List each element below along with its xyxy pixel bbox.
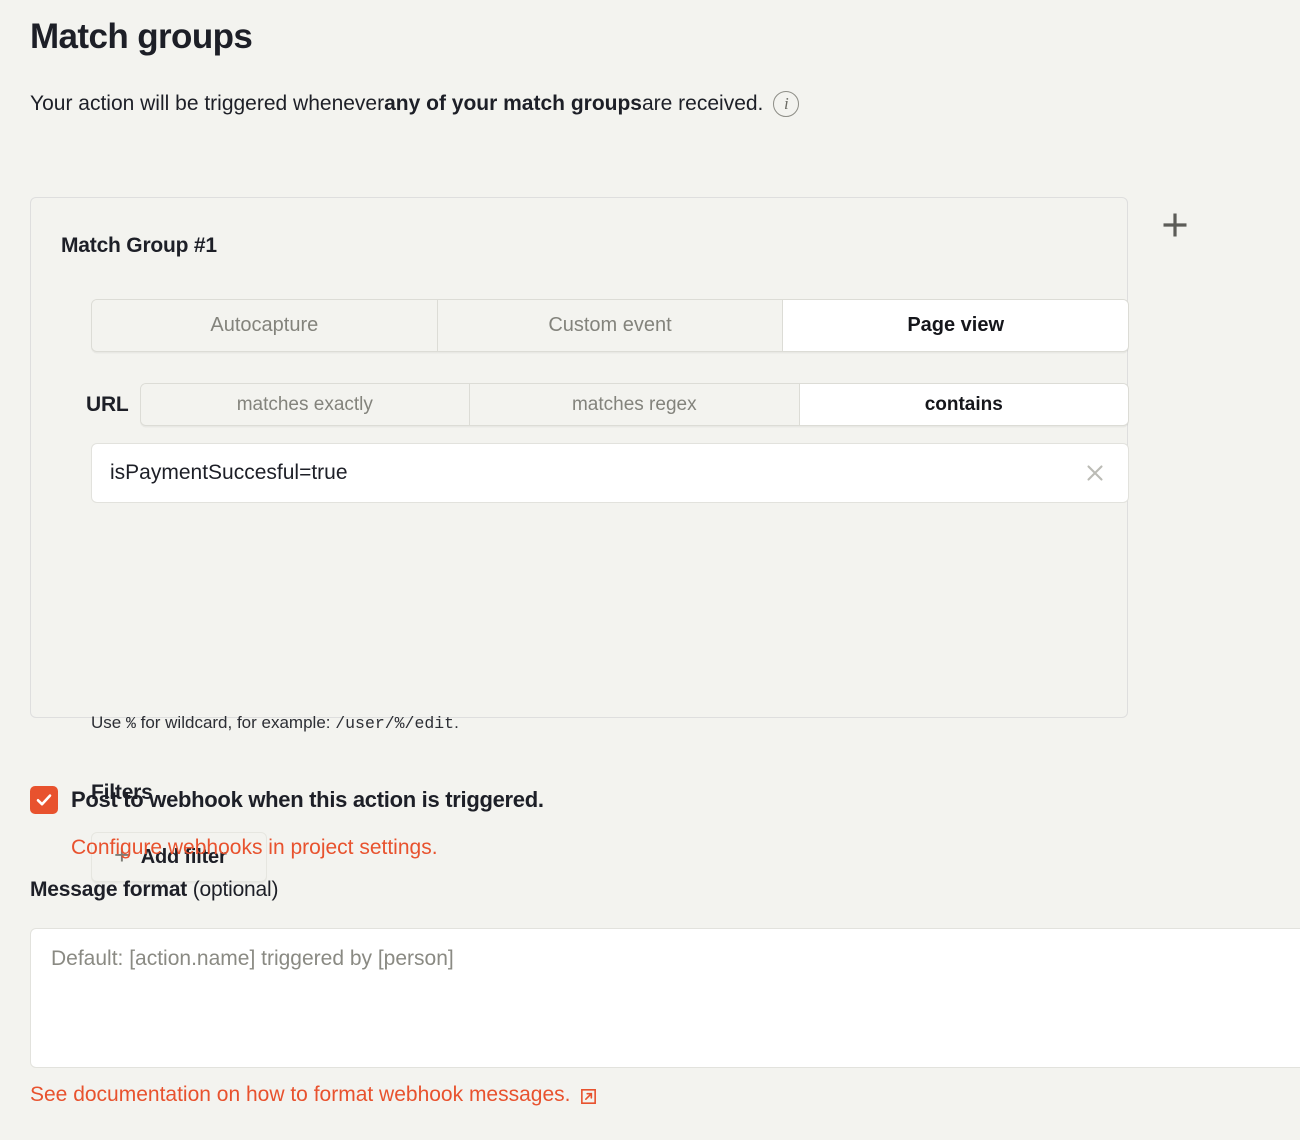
external-link-icon: [581, 1088, 597, 1104]
configure-webhooks-link[interactable]: Configure webhooks in project settings.: [71, 836, 438, 860]
subtitle-prefix: Your action will be triggered whenever: [30, 92, 385, 115]
url-input[interactable]: [110, 444, 1080, 502]
message-format-optional: (optional): [187, 878, 279, 901]
message-format-label: Message format (optional): [30, 878, 278, 902]
subtitle-emphasis: any of your match groups: [384, 92, 642, 115]
add-match-group-button[interactable]: [1155, 205, 1195, 245]
event-type-tabs: Autocapture Custom event Page view: [91, 299, 1129, 352]
post-to-webhook-label: Post to webhook when this action is trig…: [71, 787, 544, 812]
info-icon[interactable]: i: [773, 90, 800, 117]
close-icon[interactable]: [1080, 458, 1110, 488]
url-match-tabs: matches exactly matches regex contains: [139, 383, 1129, 426]
checkbox-checked-icon[interactable]: [30, 786, 58, 814]
hint-code-wildcard: %: [125, 714, 136, 733]
url-label: URL: [86, 392, 129, 416]
tab-page-view[interactable]: Page view: [783, 300, 1128, 351]
tab-matches-exactly[interactable]: matches exactly: [140, 384, 471, 425]
tab-custom-event[interactable]: Custom event: [437, 300, 784, 351]
hint-middle: for wildcard, for example:: [135, 713, 336, 732]
message-format-label-text: Message format: [30, 878, 188, 901]
post-to-webhook-checkbox-row[interactable]: Post to webhook when this action is trig…: [30, 786, 544, 814]
subtitle-suffix: are received.: [641, 92, 764, 115]
plus-icon: [1163, 213, 1187, 237]
match-group-card: Match Group #1 Autocapture Custom event …: [30, 197, 1129, 882]
webhook-documentation-link[interactable]: See documentation on how to format webho…: [30, 1083, 598, 1107]
tab-contains[interactable]: contains: [799, 384, 1128, 425]
webhook-documentation-link-label: See documentation on how to format webho…: [30, 1083, 571, 1106]
message-format-textarea[interactable]: [30, 928, 1300, 1068]
match-group-title: Match Group #1: [61, 234, 217, 257]
url-match-row: URL matches exactly matches regex contai…: [86, 383, 1129, 426]
hint-suffix: .: [454, 713, 459, 732]
tab-autocapture[interactable]: Autocapture: [92, 300, 438, 351]
page-title: Match groups: [30, 17, 253, 56]
hint-code-example: /user/%/edit: [335, 714, 455, 733]
match-groups-page: Match groups Your action will be trigger…: [0, 0, 1300, 1140]
page-subtitle: Your action will be triggered whenever a…: [30, 90, 800, 117]
tab-matches-regex[interactable]: matches regex: [470, 384, 800, 425]
url-hint: Use % for wildcard, for example: /user/%…: [91, 713, 459, 733]
url-input-wrapper: [91, 443, 1129, 503]
hint-prefix: Use: [91, 713, 126, 732]
